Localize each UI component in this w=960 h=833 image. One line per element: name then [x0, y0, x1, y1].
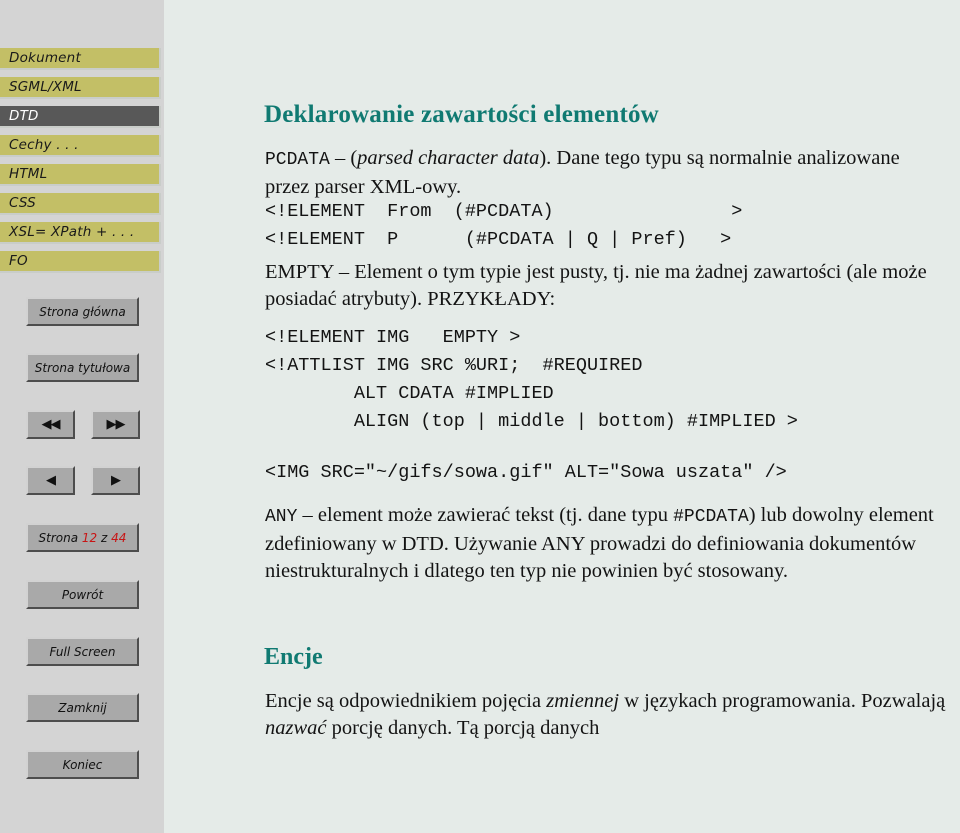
pcdata-term: PCDATA [265, 150, 330, 170]
sidebar-item-sgml-xml[interactable]: SGML/XML [0, 77, 161, 99]
sidebar-item-html[interactable]: HTML [0, 164, 161, 186]
sidebar-item-dtd[interactable]: DTD [0, 106, 161, 128]
sidebar-item-label: SGML/XML [9, 79, 82, 95]
quit-button-label: Koniec [62, 757, 103, 772]
title-page-button[interactable]: Strona tytułowa [26, 353, 139, 382]
sidebar-nav-list: Dokument SGML/XML DTD Cechy . . . HTML C… [0, 48, 164, 280]
section-title-encje: Encje [264, 644, 323, 670]
sidebar-item-label: HTML [9, 166, 48, 182]
page-indicator-total: 44 [111, 530, 127, 545]
any-paragraph: ANY – element może zawierać tekst (tj. d… [265, 502, 960, 585]
page-indicator[interactable]: Strona 12 z 44 [26, 523, 139, 552]
quit-button[interactable]: Koniec [26, 750, 139, 779]
title-page-button-label: Strona tytułowa [34, 360, 131, 375]
page-indicator-current: 12 [81, 530, 98, 545]
sidebar-item-label: CSS [9, 195, 36, 211]
full-screen-button-label: Full Screen [49, 644, 116, 659]
slide-page: Dokument SGML/XML DTD Cechy . . . HTML C… [0, 0, 960, 833]
sidebar-item-label: FO [9, 253, 28, 269]
encje-italic-zmiennej: zmiennej [546, 690, 620, 712]
home-page-button-label: Strona główna [39, 304, 126, 319]
double-left-arrow-icon: ◀◀ [41, 417, 61, 432]
any-pcdata-mono: #PCDATA [673, 507, 749, 527]
encje-text-2: w językach programowania. Pozwalają [619, 690, 946, 712]
slide-content: Deklarowanie zawartości elementów PCDATA… [164, 0, 960, 833]
any-mid: – element może zawierać tekst (tj. dane … [297, 504, 674, 526]
page-indicator-prefix: Strona [38, 530, 79, 545]
sidebar-item-css[interactable]: CSS [0, 193, 161, 215]
code-block-element: <!ELEMENT From (#PCDATA) > <!ELEMENT P (… [265, 201, 743, 250]
page-title: Deklarowanie zawartości elementów [264, 101, 659, 128]
sidebar-item-label: XSL= XPath + . . . [9, 224, 135, 240]
sidebar: Dokument SGML/XML DTD Cechy . . . HTML C… [0, 0, 164, 833]
sidebar-item-cechy[interactable]: Cechy . . . [0, 135, 161, 157]
sidebar-item-label: Cechy . . . [9, 137, 79, 153]
pcdata-dash: – ( [329, 147, 358, 169]
close-button-label: Zamknij [58, 700, 107, 715]
any-term: ANY [265, 507, 298, 527]
first-page-button[interactable]: ◀◀ [26, 410, 75, 439]
pcdata-italic: parsed character data [357, 147, 540, 169]
sidebar-item-label: Dokument [9, 50, 81, 66]
sidebar-item-xsl-xpath[interactable]: XSL= XPath + . . . [0, 222, 161, 244]
sidebar-item-fo[interactable]: FO [0, 251, 161, 273]
back-button[interactable]: Powrót [26, 580, 139, 609]
close-button[interactable]: Zamknij [26, 693, 139, 722]
sidebar-item-label: DTD [9, 108, 39, 124]
empty-paragraph: EMPTY – Element o tym typie jest pusty, … [265, 261, 927, 310]
right-arrow-icon: ▶ [111, 473, 121, 488]
left-arrow-icon: ◀ [46, 473, 56, 488]
sidebar-item-dokument[interactable]: Dokument [0, 48, 161, 70]
last-page-button[interactable]: ▶▶ [91, 410, 140, 439]
encje-text-1: Encje są odpowiednikiem pojęcia [265, 690, 547, 712]
full-screen-button[interactable]: Full Screen [26, 637, 139, 666]
back-button-label: Powrót [61, 587, 104, 602]
encje-italic-nazwac: nazwać [265, 717, 327, 739]
code-block-img-tag: <IMG SRC="~/gifs/sowa.gif" ALT="Sowa usz… [265, 462, 787, 483]
pcdata-paragraph: PCDATA – (parsed character data). Dane t… [265, 145, 905, 201]
double-right-arrow-icon: ▶▶ [106, 417, 126, 432]
encje-paragraph: Encje są odpowiednikiem pojęcia zmiennej… [265, 688, 960, 742]
code-block-attlist: <!ELEMENT IMG EMPTY > <!ATTLIST IMG SRC … [265, 327, 798, 432]
encje-text-3: porcję danych. Tą porcją danych [326, 717, 600, 739]
next-page-button[interactable]: ▶ [91, 466, 140, 495]
previous-page-button[interactable]: ◀ [26, 466, 75, 495]
home-page-button[interactable]: Strona główna [26, 297, 139, 326]
